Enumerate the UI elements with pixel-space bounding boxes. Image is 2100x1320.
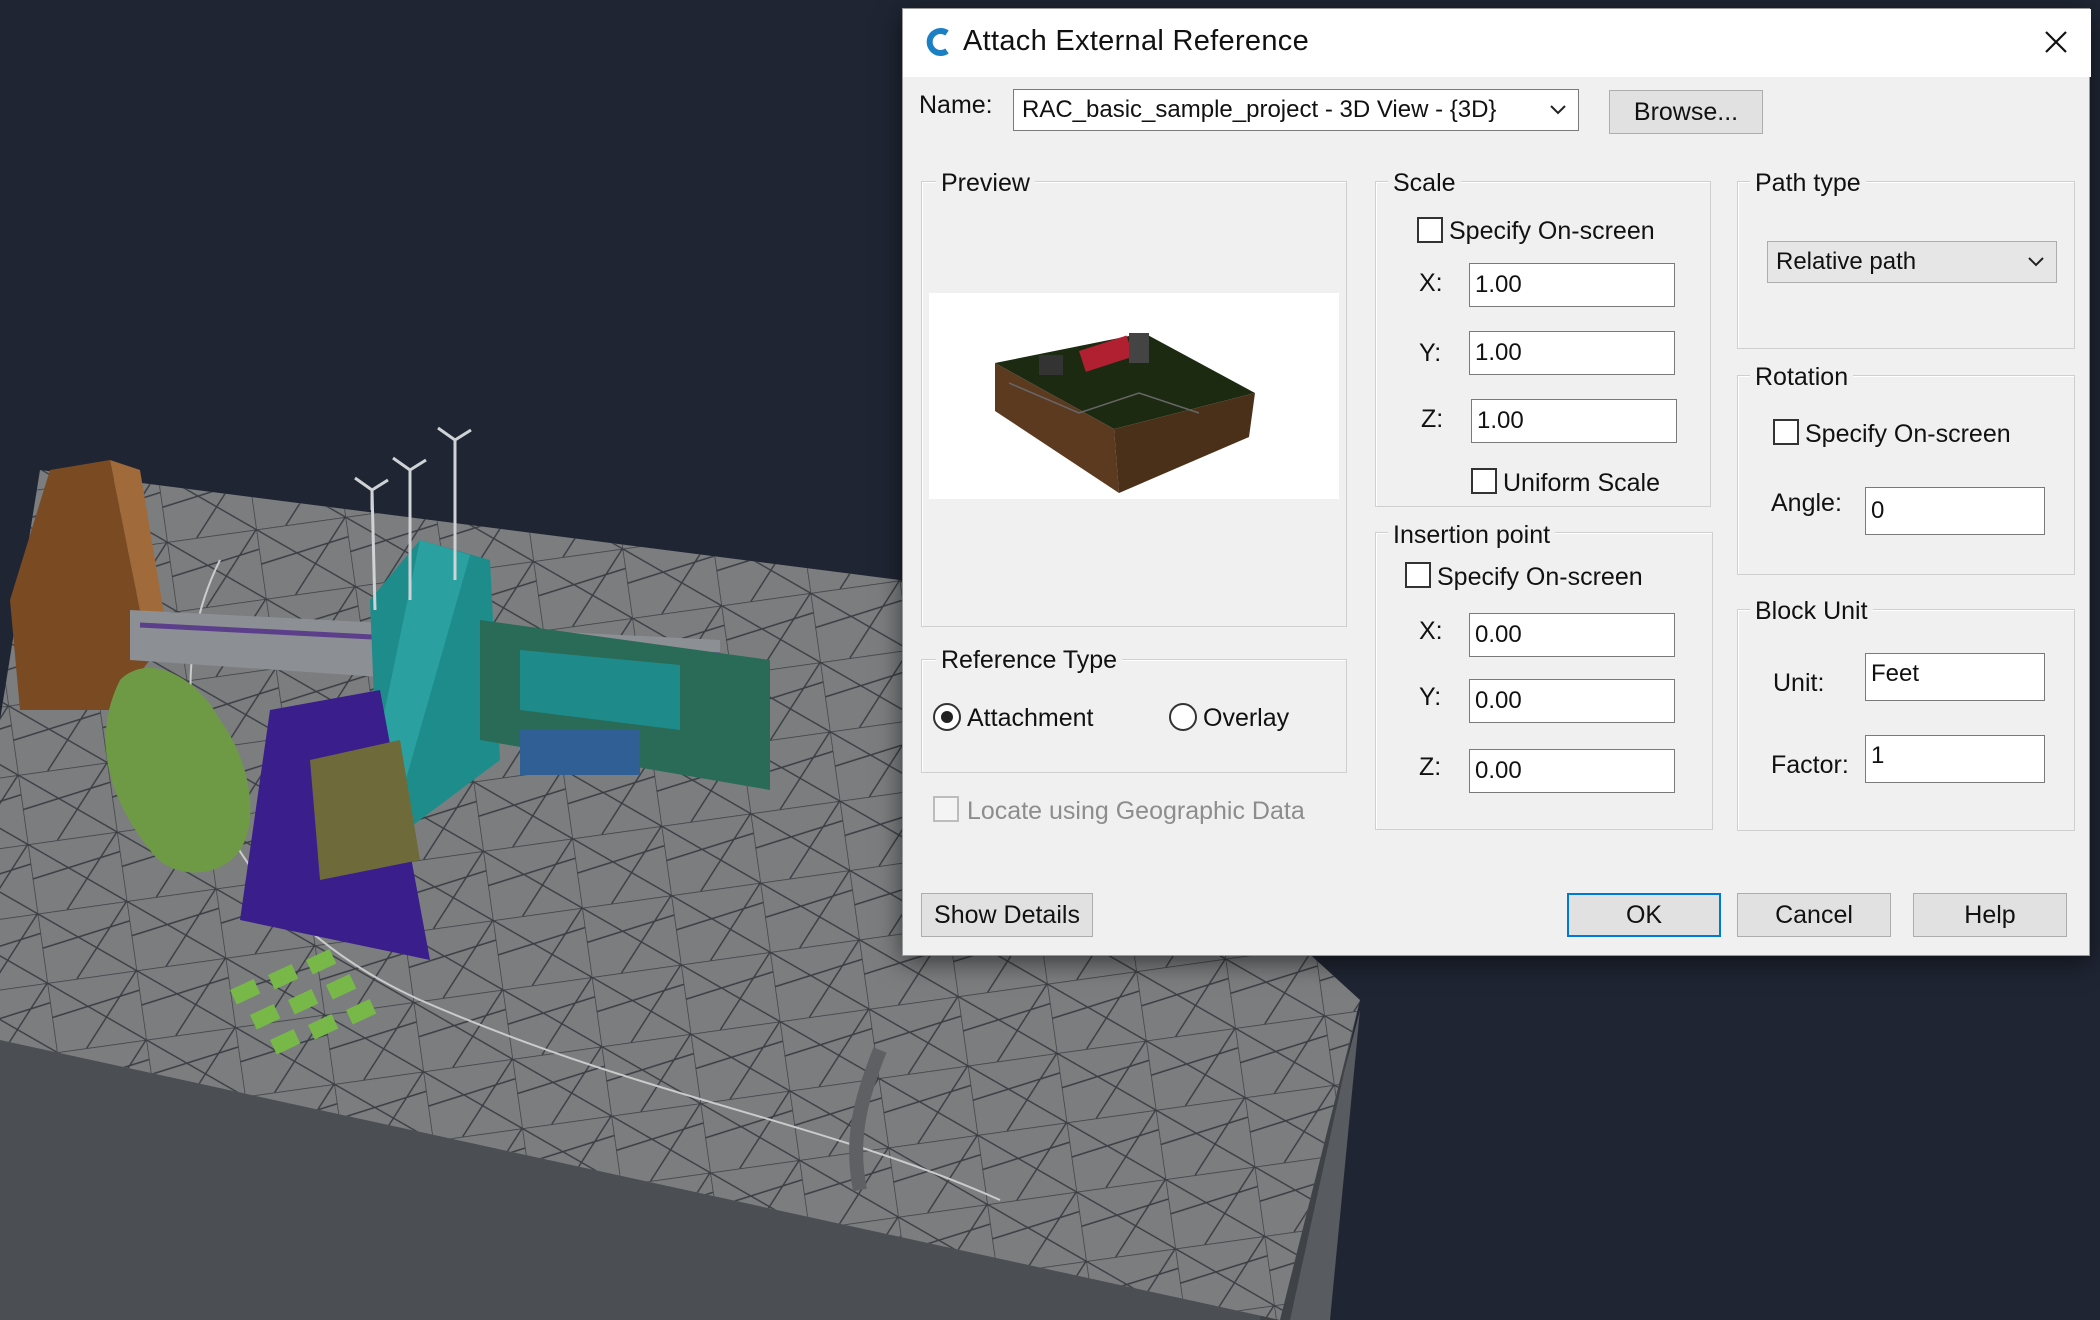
locate-geographic-checkbox[interactable] (933, 796, 959, 822)
attach-external-reference-dialog: Attach External Reference Name: RAC_basi… (902, 8, 2091, 956)
scale-title: Scale (1388, 169, 1461, 198)
factor-label: Factor: (1771, 751, 1849, 779)
scale-y-field[interactable]: 1.00 (1469, 331, 1675, 375)
block-unit-title: Block Unit (1750, 597, 1873, 626)
help-button[interactable]: Help (1913, 893, 2067, 937)
path-type-value: Relative path (1776, 248, 1917, 275)
rotation-specify-onscreen-checkbox[interactable] (1773, 419, 1799, 445)
scale-x-field[interactable]: 1.00 (1469, 263, 1675, 307)
rotation-specify-onscreen-label: Specify On-screen (1805, 420, 2011, 448)
angle-field[interactable]: 0 (1865, 487, 2045, 535)
dialog-titlebar: Attach External Reference (903, 9, 2091, 77)
angle-label: Angle: (1771, 489, 1842, 517)
autocad-c-icon (923, 25, 953, 59)
insertion-y-label: Y: (1419, 683, 1442, 711)
scale-specify-onscreen-checkbox[interactable] (1417, 217, 1443, 243)
dialog-title: Attach External Reference (963, 25, 1310, 57)
scale-y-label: Y: (1419, 339, 1442, 367)
browse-button[interactable]: Browse... (1609, 90, 1763, 134)
scale-x-label: X: (1419, 269, 1443, 297)
unit-label: Unit: (1773, 669, 1825, 697)
scale-specify-onscreen-label: Specify On-screen (1449, 217, 1655, 245)
scale-z-field[interactable]: 1.00 (1471, 399, 1677, 443)
preview-title: Preview (936, 169, 1035, 198)
unit-field: Feet (1865, 653, 2045, 701)
locate-geographic-label: Locate using Geographic Data (967, 797, 1305, 825)
path-type-dropdown[interactable]: Relative path (1767, 241, 2057, 283)
insertion-z-label: Z: (1419, 753, 1442, 781)
ok-button[interactable]: OK (1567, 893, 1721, 937)
preview-image (929, 293, 1339, 499)
overlay-radio[interactable] (1169, 703, 1197, 731)
attachment-label: Attachment (967, 704, 1094, 732)
name-dropdown[interactable]: RAC_basic_sample_project - 3D View - {3D… (1013, 89, 1579, 131)
path-type-title: Path type (1750, 169, 1866, 198)
uniform-scale-label: Uniform Scale (1503, 469, 1660, 497)
insertion-x-field[interactable]: 0.00 (1469, 613, 1675, 657)
block-unit-group (1737, 609, 2075, 831)
cancel-button[interactable]: Cancel (1737, 893, 1891, 937)
overlay-label: Overlay (1203, 704, 1290, 732)
rotation-title: Rotation (1750, 363, 1854, 392)
factor-field: 1 (1865, 735, 2045, 783)
attachment-radio[interactable] (933, 703, 961, 731)
chevron-down-icon (2026, 242, 2046, 282)
name-dropdown-value: RAC_basic_sample_project - 3D View - {3D… (1022, 96, 1497, 123)
show-details-button[interactable]: Show Details (921, 893, 1093, 937)
uniform-scale-checkbox[interactable] (1471, 468, 1497, 494)
name-label: Name: (919, 91, 993, 119)
close-icon[interactable] (2031, 17, 2081, 67)
chevron-down-icon (1548, 90, 1568, 130)
rotation-group (1737, 375, 2075, 575)
insertion-x-label: X: (1419, 617, 1443, 645)
insertion-specify-onscreen-checkbox[interactable] (1405, 562, 1431, 588)
insertion-point-title: Insertion point (1388, 521, 1556, 550)
insertion-z-field[interactable]: 0.00 (1469, 749, 1675, 793)
scale-z-label: Z: (1421, 405, 1444, 433)
insertion-specify-onscreen-label: Specify On-screen (1437, 563, 1643, 591)
insertion-y-field[interactable]: 0.00 (1469, 679, 1675, 723)
reference-type-title: Reference Type (936, 646, 1123, 675)
